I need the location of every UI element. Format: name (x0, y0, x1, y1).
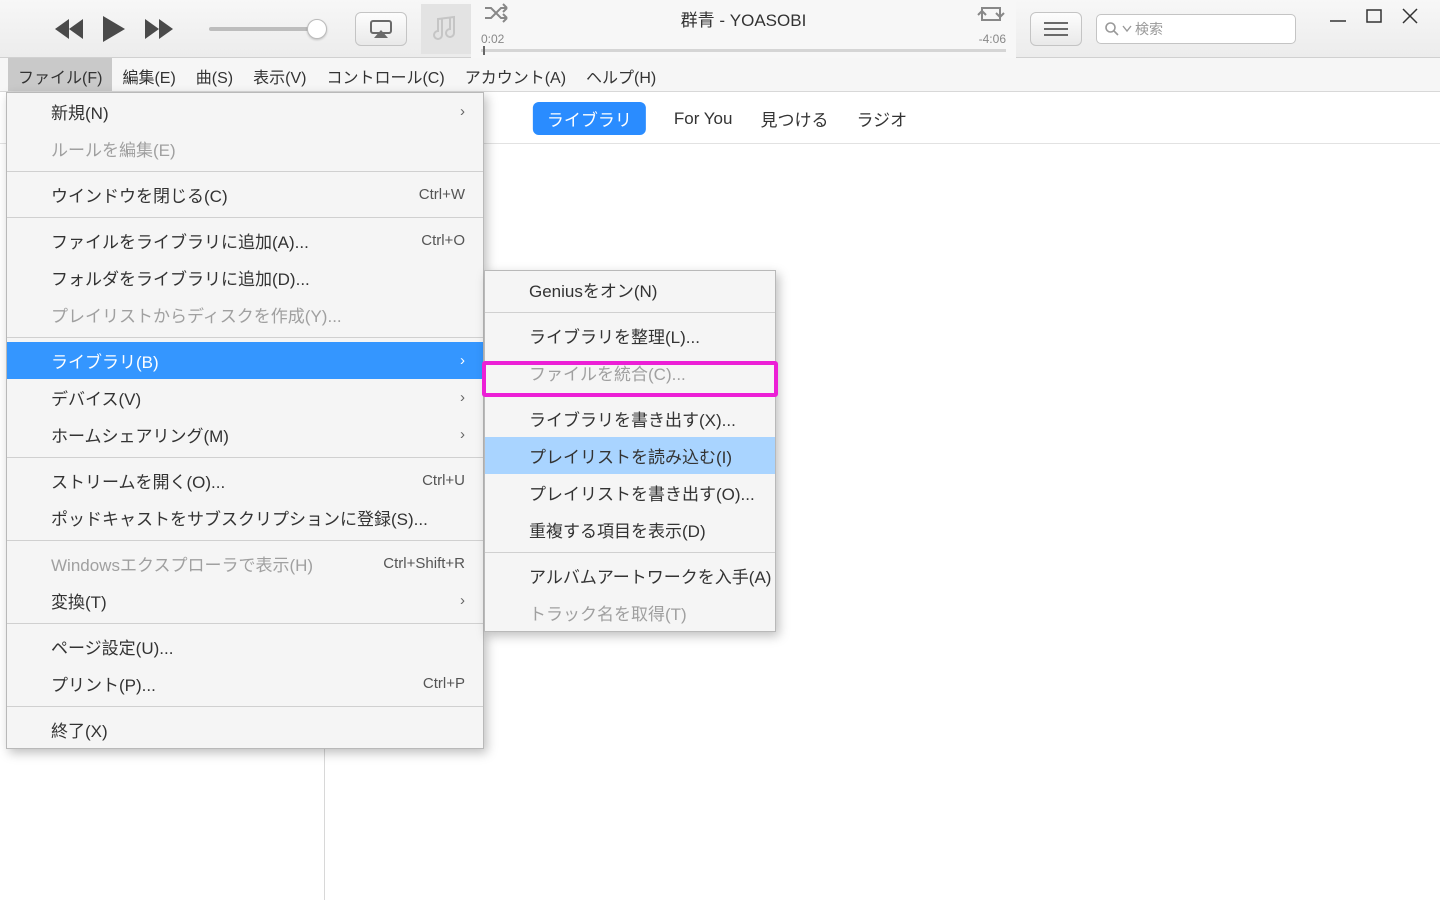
menu-item-burn-disc: プレイリストからディスクを作成(Y)... (7, 296, 483, 333)
menu-item-add-folder[interactable]: フォルダをライブラリに追加(D)... (7, 259, 483, 296)
menu-item-show-explorer: Windowsエクスプローラで表示(H)Ctrl+Shift+R (7, 545, 483, 582)
transport-controls (55, 12, 407, 46)
menu-item-close-window[interactable]: ウインドウを閉じる(C)Ctrl+W (7, 176, 483, 213)
menu-view[interactable]: 表示(V) (243, 58, 316, 91)
remaining-time: -4:06 (979, 32, 1006, 46)
menu-item-home-sharing[interactable]: ホームシェアリング(M)› (7, 416, 483, 453)
elapsed-time: 0:02 (481, 32, 504, 46)
next-track-button[interactable] (145, 19, 175, 39)
menu-item-open-stream[interactable]: ストリームを開く(O)...Ctrl+U (7, 462, 483, 499)
chevron-right-icon: › (460, 352, 465, 369)
submenu-item-get-track-names: トラック名を取得(T) (485, 594, 775, 631)
tab-radio[interactable]: ラジオ (856, 106, 907, 131)
search-input[interactable]: 検索 (1096, 14, 1296, 44)
menu-item-add-file[interactable]: ファイルをライブラリに追加(A)...Ctrl+O (7, 222, 483, 259)
airplay-button[interactable] (355, 12, 407, 46)
window-controls (1330, 0, 1418, 28)
menu-item-convert[interactable]: 変換(T)› (7, 582, 483, 619)
submenu-item-export-playlist[interactable]: プレイリストを書き出す(O)... (485, 474, 775, 511)
submenu-item-import-playlist[interactable]: プレイリストを読み込む(I) (485, 437, 775, 474)
menu-item-page-setup[interactable]: ページ設定(U)... (7, 628, 483, 665)
menu-item-exit[interactable]: 終了(X) (7, 711, 483, 748)
maximize-button[interactable] (1366, 8, 1382, 28)
file-menu-dropdown: 新規(N)› ルールを編集(E) ウインドウを閉じる(C)Ctrl+W ファイル… (6, 92, 484, 749)
menu-item-library[interactable]: ライブラリ(B)› (7, 342, 483, 379)
tab-for-you[interactable]: For You (674, 109, 733, 129)
player-toolbar: 群青 - YOASOBI 0:02 -4:06 検索 (0, 0, 1440, 58)
music-note-icon (432, 15, 460, 43)
previous-track-button[interactable] (55, 19, 85, 39)
menu-file[interactable]: ファイル(F) (8, 58, 112, 91)
library-submenu: Geniusをオン(N) ライブラリを整理(L)... ファイルを統合(C)..… (484, 270, 776, 632)
shuffle-button[interactable] (483, 4, 509, 26)
search-icon (1105, 22, 1119, 36)
tab-library[interactable]: ライブラリ (533, 102, 646, 135)
chevron-right-icon: › (460, 592, 465, 609)
chevron-down-icon (1123, 25, 1131, 33)
menu-item-new[interactable]: 新規(N)› (7, 93, 483, 130)
menu-item-print[interactable]: プリント(P)...Ctrl+P (7, 665, 483, 702)
now-playing-display: 群青 - YOASOBI 0:02 -4:06 (471, 0, 1016, 58)
tab-browse[interactable]: 見つける (760, 106, 828, 131)
minimize-button[interactable] (1330, 8, 1346, 28)
submenu-item-show-duplicates[interactable]: 重複する項目を表示(D) (485, 511, 775, 548)
menu-controls[interactable]: コントロール(C) (316, 58, 454, 91)
search-placeholder: 検索 (1135, 19, 1163, 39)
chevron-right-icon: › (460, 426, 465, 443)
menu-bar: ファイル(F) 編集(E) 曲(S) 表示(V) コントロール(C) アカウント… (0, 58, 1440, 92)
album-art-placeholder (421, 4, 471, 54)
menu-help[interactable]: ヘルプ(H) (576, 58, 666, 91)
repeat-button[interactable] (978, 4, 1004, 28)
track-title: 群青 - YOASOBI (471, 0, 1016, 31)
close-button[interactable] (1402, 8, 1418, 28)
chevron-right-icon: › (460, 389, 465, 406)
volume-slider[interactable] (209, 27, 319, 31)
up-next-button[interactable] (1030, 12, 1082, 46)
chevron-right-icon: › (460, 103, 465, 120)
submenu-item-get-artwork[interactable]: アルバムアートワークを入手(A) (485, 557, 775, 594)
menu-account[interactable]: アカウント(A) (455, 58, 576, 91)
play-button[interactable] (103, 16, 127, 42)
menu-song[interactable]: 曲(S) (186, 58, 243, 91)
menu-item-device[interactable]: デバイス(V)› (7, 379, 483, 416)
menu-item-edit-rules: ルールを編集(E) (7, 130, 483, 167)
menu-item-subscribe-podcast[interactable]: ポッドキャストをサブスクリプションに登録(S)... (7, 499, 483, 536)
submenu-item-organize[interactable]: ライブラリを整理(L)... (485, 317, 775, 354)
volume-knob[interactable] (307, 19, 327, 39)
submenu-item-genius-on[interactable]: Geniusをオン(N) (485, 271, 775, 308)
progress-bar[interactable] (481, 49, 1006, 52)
submenu-item-consolidate: ファイルを統合(C)... (485, 354, 775, 391)
submenu-item-export-library[interactable]: ライブラリを書き出す(X)... (485, 400, 775, 437)
menu-edit[interactable]: 編集(E) (112, 58, 185, 91)
